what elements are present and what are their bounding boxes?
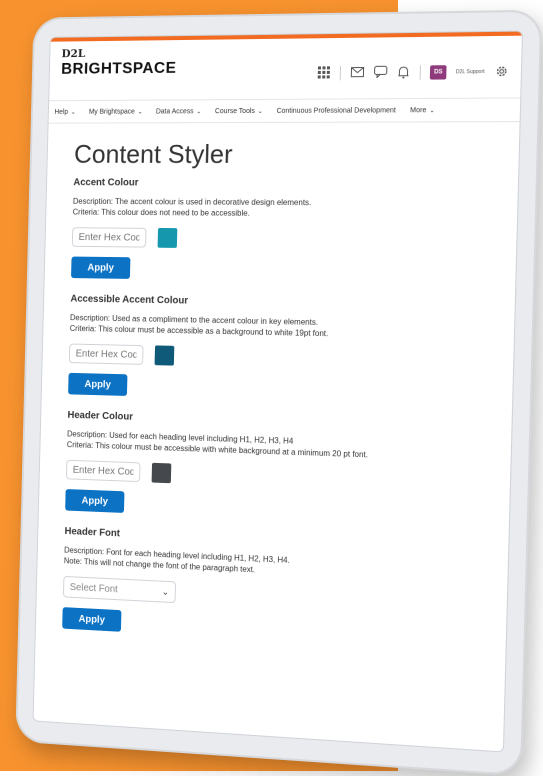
chevron-down-icon: ⌄ (196, 109, 201, 115)
nav-item-my-brightspace[interactable]: My Brightspace⌄ (89, 108, 143, 115)
accent-hex-input[interactable] (72, 227, 147, 247)
accent-apply-button[interactable]: Apply (71, 257, 130, 279)
header-colour-swatch (152, 463, 172, 483)
nav-item-course-tools[interactable]: Course Tools⌄ (215, 107, 263, 114)
chevron-down-icon: ⌄ (162, 586, 170, 597)
tablet-screen: D2L BRIGHTSPACE DS D2L Support (33, 31, 524, 753)
bell-icon[interactable] (396, 66, 411, 80)
accessible-accent-apply-button[interactable]: Apply (68, 373, 127, 396)
header-font-apply-button[interactable]: Apply (62, 607, 121, 632)
chevron-down-icon: ⌄ (429, 108, 434, 114)
input-row (66, 460, 492, 496)
select-value: Select Font (70, 582, 118, 595)
nav-item-more[interactable]: More⌄ (410, 107, 435, 114)
chat-icon[interactable] (373, 66, 388, 80)
section-criteria: Criteria: This colour does not need to b… (73, 207, 499, 221)
accent-colour-section: Accent Colour Description: The accent co… (71, 177, 499, 284)
tablet-frame: D2L BRIGHTSPACE DS D2L Support (15, 10, 542, 776)
chevron-down-icon: ⌄ (258, 108, 263, 114)
input-row (69, 344, 495, 374)
accessible-accent-hex-input[interactable] (69, 344, 144, 365)
header-font-section: Header Font Description: Font for each h… (62, 526, 489, 652)
divider (420, 65, 421, 79)
avatar[interactable]: DS (430, 65, 447, 79)
accent-colour-swatch (158, 228, 178, 248)
grid-icon[interactable] (317, 66, 331, 80)
header-colour-hex-input[interactable] (66, 460, 141, 482)
chevron-down-icon: ⌄ (71, 109, 76, 115)
user-name[interactable]: D2L Support (456, 69, 485, 75)
gear-icon[interactable] (494, 65, 509, 80)
main-content: Content Styler Accent Colour Description… (36, 122, 520, 653)
main-navigation: Help⌄ My Brightspace⌄ Data Access⌄ Cours… (49, 97, 521, 123)
header-colour-section: Header Colour Description: Used for each… (65, 410, 493, 528)
nav-item-data-access[interactable]: Data Access⌄ (156, 108, 202, 115)
logo-d2l: D2L (61, 47, 85, 60)
logo-brightspace[interactable]: BRIGHTSPACE (61, 60, 177, 79)
mail-icon[interactable] (350, 66, 364, 80)
nav-item-cpd[interactable]: Continuous Professional Development (276, 107, 395, 115)
divider (340, 66, 341, 80)
brand-header: D2L BRIGHTSPACE DS D2L Support (49, 36, 522, 101)
page-title: Content Styler (74, 139, 501, 171)
nav-item-help[interactable]: Help⌄ (54, 108, 75, 115)
header-font-select[interactable]: Select Font ⌄ (63, 576, 176, 603)
header-colour-apply-button[interactable]: Apply (65, 489, 124, 513)
section-heading: Accessible Accent Colour (70, 294, 496, 312)
input-row (72, 227, 498, 251)
section-heading: Accent Colour (73, 177, 499, 190)
accessible-accent-colour-swatch (155, 345, 175, 365)
chevron-down-icon: ⌄ (138, 109, 143, 115)
accessible-accent-colour-section: Accessible Accent Colour Description: Us… (68, 294, 496, 407)
header-icons: DS D2L Support (317, 65, 509, 81)
